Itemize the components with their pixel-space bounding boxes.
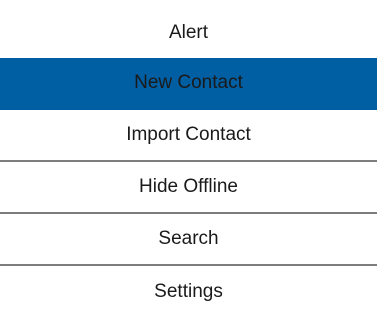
menu-item-new-contact[interactable]: New Contact [0,58,377,110]
menu-item-settings[interactable]: Settings [0,266,377,318]
menu-item-label: Import Contact [126,124,251,145]
menu-item-import-contact[interactable]: Import Contact [0,110,377,162]
menu-item-label: Alert [168,22,209,43]
menu-item-label: New Contact [134,72,243,93]
menu-item-label: Hide Offline [139,176,238,197]
menu-item-hide-offline[interactable]: Hide Offline [0,162,377,214]
context-menu: Alert New Contact Import Contact Hide Of… [0,8,377,318]
menu-item-label: Settings [154,281,223,302]
menu-item-alert[interactable]: Alert [0,8,377,58]
menu-item-label: Search [158,228,219,249]
menu-item-search[interactable]: Search [0,214,377,266]
